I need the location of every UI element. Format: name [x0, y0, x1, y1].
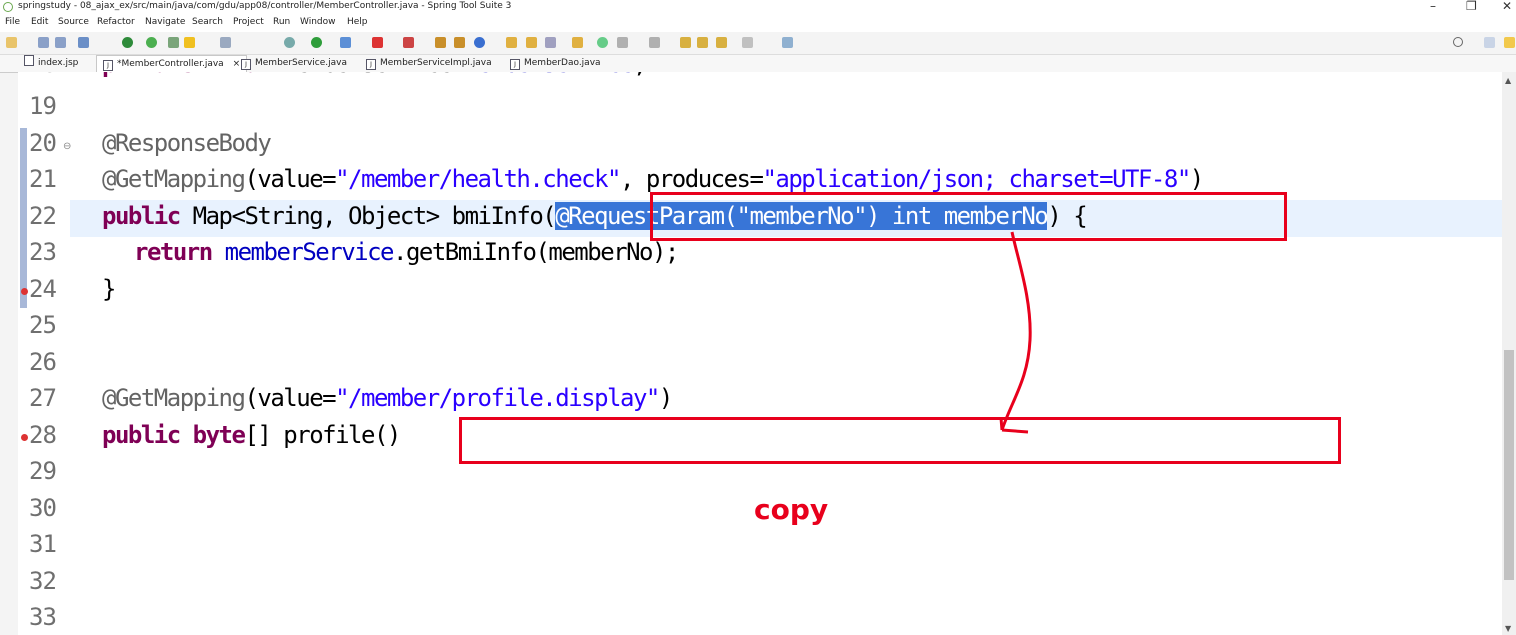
- copy-label: copy: [754, 493, 829, 526]
- annotation-arrow: [999, 231, 1032, 434]
